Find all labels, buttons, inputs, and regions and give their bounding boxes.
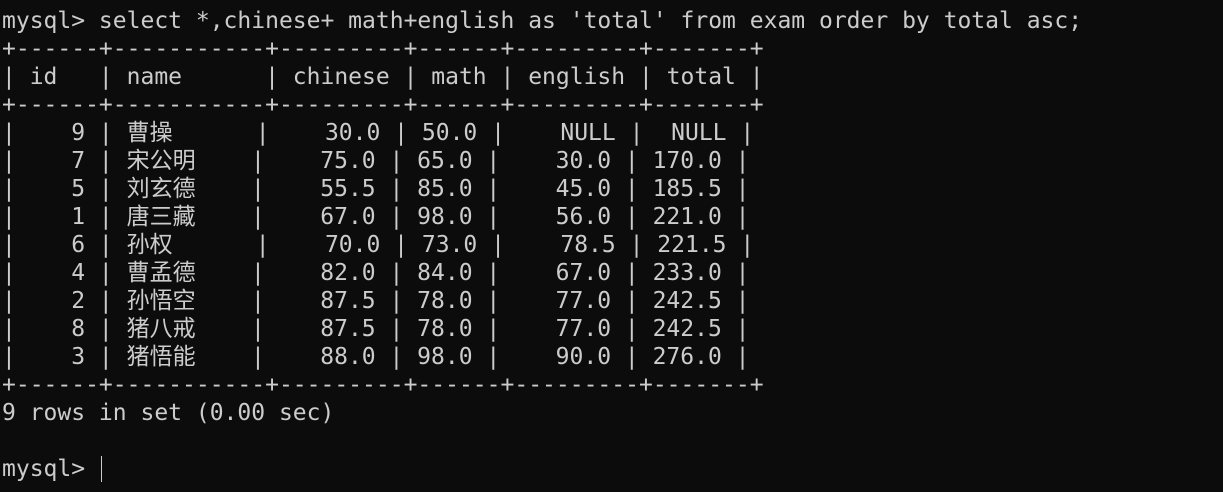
- table-border-mid: +------+-----------+---------+------+---…: [2, 92, 764, 118]
- result-summary: 9 rows in set (0.00 sec): [2, 400, 335, 426]
- table-border-bottom: +------+-----------+---------+------+---…: [2, 372, 764, 398]
- table-row: | 1 | 唐三藏 | 67.0 | 98.0 | 56.0 | 221.0 |: [2, 204, 750, 230]
- table-row: | 7 | 宋公明 | 75.0 | 65.0 | 30.0 | 170.0 |: [2, 148, 750, 174]
- mysql-prompt: mysql>: [2, 456, 99, 482]
- table-row: | 2 | 孙悟空 | 87.5 | 78.0 | 77.0 | 242.5 |: [2, 288, 750, 314]
- table-row: | 8 | 猪八戒 | 87.5 | 78.0 | 77.0 | 242.5 |: [2, 316, 750, 342]
- table-row: | 4 | 曹孟德 | 82.0 | 84.0 | 67.0 | 233.0 |: [2, 260, 750, 286]
- table-border-top: +------+-----------+---------+------+---…: [2, 36, 764, 62]
- text-cursor: [100, 456, 102, 482]
- command-line: mysql> select *,chinese+ math+english as…: [2, 8, 1083, 34]
- table-row: | 9 | 曹操 | 30.0 | 50.0 | NULL | NULL |: [2, 120, 755, 146]
- terminal-window[interactable]: mysql> select *,chinese+ math+english as…: [0, 0, 1223, 492]
- table-row: | 5 | 刘玄德 | 55.5 | 85.0 | 45.0 | 185.5 |: [2, 176, 750, 202]
- table-header-row: | id | name | chinese | math | english |…: [2, 64, 764, 90]
- table-row: | 6 | 孙权 | 70.0 | 73.0 | 78.5 | 221.5 |: [2, 232, 755, 258]
- input-line[interactable]: mysql>: [2, 455, 1223, 483]
- table-row: | 3 | 猪悟能 | 88.0 | 98.0 | 90.0 | 276.0 |: [2, 344, 750, 370]
